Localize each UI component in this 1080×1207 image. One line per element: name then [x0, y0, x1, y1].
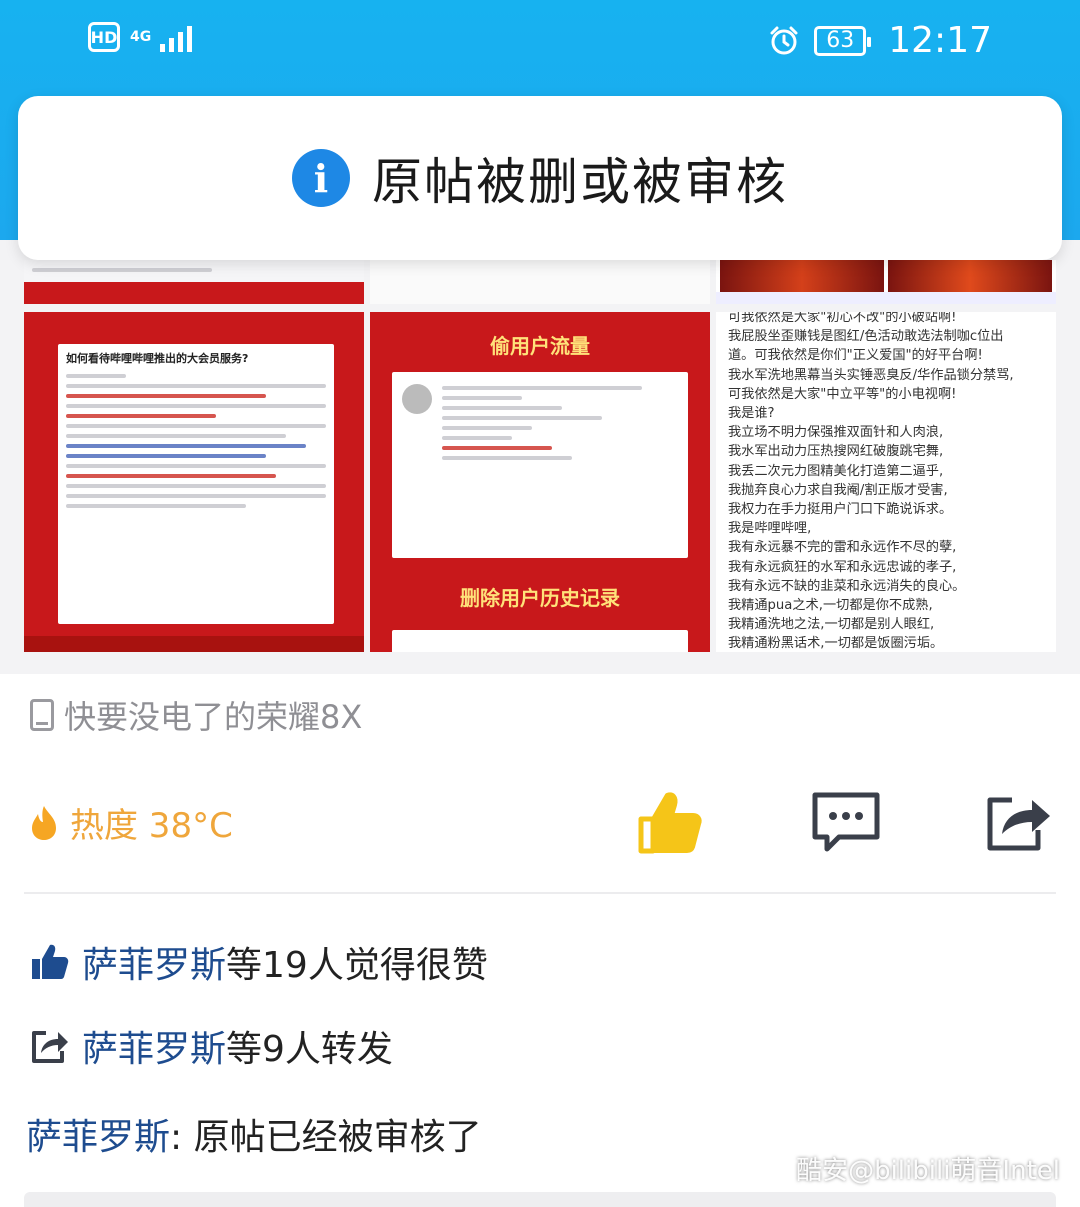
screenshot-card: [392, 372, 688, 558]
tile-text-line: 我有永远不缺的韭菜和永远消失的良心。: [728, 578, 966, 594]
tile-heading-bottom: 删除用户历史记录: [460, 586, 620, 610]
info-icon: i: [292, 149, 350, 207]
phone-icon: [30, 699, 54, 731]
image-grid: 如何看待哔哩哔哩推出的大会员服务? 偷用户流量 删除用户历史记录 可我依然是大家…: [0, 240, 1080, 674]
sharer-name[interactable]: 萨菲罗斯: [82, 1029, 226, 1070]
tile-text-line: 我水军出动力压热搜网红破腹跳宅舞,: [728, 444, 944, 460]
tile-text-line: 我水军洗地黑幕当头实锤恶臭反/华作品锁分禁骂,: [728, 367, 1014, 383]
tile-text-line: 我丢二次元力图精美化打造第二逼乎,: [728, 463, 944, 479]
tile-heading-top: 偷用户流量: [490, 334, 590, 358]
tile-text-line: 我是谁?: [728, 406, 775, 422]
status-right: 63 12:17: [768, 20, 992, 61]
next-card-edge: [24, 1192, 1056, 1207]
toast-notification: i 原帖被删或被审核: [18, 96, 1062, 260]
signal-icon: [160, 22, 192, 52]
tile-text-line: 可我依然是大家"初心不改"的小破站啊!: [728, 312, 957, 325]
commenter-name[interactable]: 萨菲罗斯: [26, 1117, 170, 1158]
tile-text-line: 我有永远暴不完的雷和永远作不尽的孽,: [728, 540, 957, 556]
device-info: 快要没电了的荣耀8X: [30, 692, 362, 738]
tile-text-line: 可我依然是大家"中立平等"的小电视啊!: [728, 386, 957, 402]
tile-text-line: 我是哔哩哔哩,: [728, 521, 812, 537]
likes-summary[interactable]: 萨菲罗斯等19人觉得很赞: [30, 936, 488, 988]
tile-text-line: 我立场不明力保强推双面针和人肉浪,: [728, 425, 944, 441]
screenshot-title: 如何看待哔哩哔哩推出的大会员服务?: [66, 352, 249, 365]
screenshot-card-partial: [392, 630, 688, 652]
network-type: 4G: [130, 29, 152, 45]
battery-indicator: 63: [814, 25, 872, 56]
tile-text-line: 我有永远疯狂的水军和永远忠诚的孝子,: [728, 559, 957, 575]
clock: 12:17: [888, 20, 992, 61]
device-label: 快要没电了的荣耀8X: [64, 698, 363, 736]
image-tile-2[interactable]: 偷用户流量 删除用户历史记录: [370, 312, 710, 652]
tile-text-line: 我精通pua之术,一切都是你不成熟,: [728, 598, 933, 614]
watermark: 酷安@bilibili萌音Intel: [796, 1156, 1060, 1186]
like-button[interactable]: [630, 782, 710, 862]
tile-text-line: 我权力在手力挺用户门口下跪说诉求。: [728, 502, 953, 518]
liker-name[interactable]: 萨菲罗斯: [82, 945, 226, 986]
tile-text-line: 道。可我依然是你们"正义爱国"的好平台啊!: [728, 348, 983, 364]
shares-summary[interactable]: 萨菲罗斯等9人转发: [30, 1020, 393, 1072]
flame-icon: [32, 805, 56, 840]
heat-label: 热度 38°C: [70, 806, 233, 846]
image-caption: [716, 292, 1056, 304]
share-icon: [32, 1031, 68, 1063]
tile-text-line: 我精通洗地之法,一切都是别人眼红,: [728, 617, 935, 633]
image-tile-3[interactable]: 可我依然是大家"初心不改"的小破站啊! 我屁股坐歪赚钱是图红/色活动敢选法制咖c…: [716, 312, 1056, 652]
comment-button[interactable]: [806, 782, 886, 862]
tile-text-line: 我屁股坐歪赚钱是图红/色活动敢选法制咖c位出: [728, 329, 1004, 345]
tile-text-line: 我抛弃良心力求自我阉/割正版才受害,: [728, 482, 948, 498]
toast-message: 原帖被删或被审核: [372, 153, 788, 211]
image-tile-top-2[interactable]: [370, 260, 710, 304]
heat-indicator: 热度 38°C: [30, 798, 233, 847]
hd-badge: HD: [88, 22, 120, 52]
comment-item[interactable]: 萨菲罗斯: 原帖已经被审核了: [26, 1108, 482, 1160]
screenshot-card: 如何看待哔哩哔哩推出的大会员服务?: [58, 344, 334, 624]
tile-text-line: 我精通粉黑话术,一切都是饭圈污垢。: [728, 636, 944, 652]
action-bar: 热度 38°C: [0, 770, 1080, 880]
share-icon: [987, 797, 1050, 851]
image-tile-top-3[interactable]: [716, 260, 1056, 304]
thumbs-up-icon: [32, 944, 69, 979]
comment-icon: [812, 792, 880, 852]
shares-text: 等9人转发: [226, 1029, 393, 1070]
image-tile-1[interactable]: 如何看待哔哩哔哩推出的大会员服务?: [24, 312, 364, 652]
image-tile-top-1[interactable]: [24, 260, 364, 304]
comment-text: : 原帖已经被审核了: [170, 1117, 482, 1158]
thumbs-up-icon: [638, 792, 702, 854]
share-button[interactable]: [978, 782, 1058, 862]
alarm-clock-icon: [770, 26, 798, 54]
status-left: HD 4G: [88, 22, 192, 52]
likes-text: 等19人觉得很赞: [226, 945, 488, 986]
divider: [24, 892, 1056, 894]
